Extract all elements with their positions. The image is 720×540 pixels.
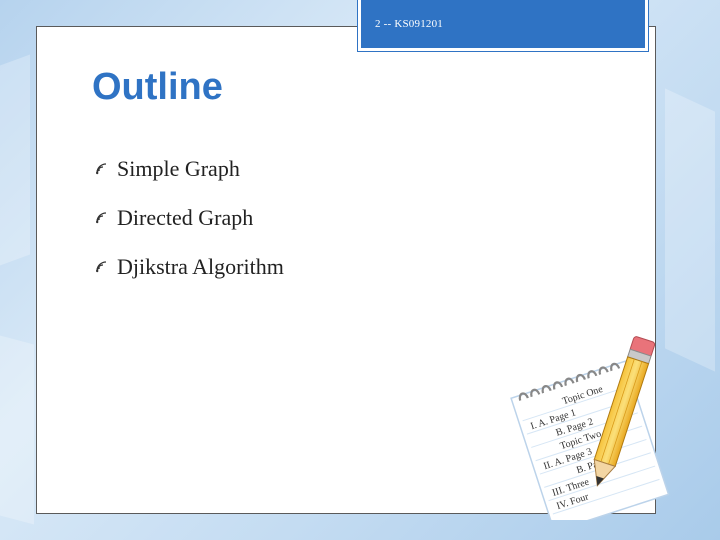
slide-header-tab: 2 -- KS091201 [358,0,648,51]
slide-title: Outline [92,66,223,108]
slide-number-label: 2 -- KS091201 [375,18,443,30]
background-shard [0,335,34,525]
bullet-text: Simple Graph [117,155,240,181]
wifi-signal-bullet-icon [94,259,116,275]
bullet-item: Simple Graph [94,144,284,193]
background-shard [0,54,30,266]
bullet-text: Djikstra Algorithm [117,253,284,279]
wifi-signal-bullet-icon [94,161,116,177]
notepad-pencil-illustration: Topic One I. A. Page 1 B. Page 2 Topic T… [498,330,688,533]
notepad-paper: Topic One I. A. Page 1 B. Page 2 Topic T… [510,360,670,533]
bullet-text: Directed Graph [117,204,254,230]
bullet-list: Simple Graph Directed Graph Djikstra Alg… [94,144,284,291]
wifi-signal-bullet-icon [94,210,116,226]
bullet-item: Directed Graph [94,193,284,242]
bullet-item: Djikstra Algorithm [94,242,284,291]
